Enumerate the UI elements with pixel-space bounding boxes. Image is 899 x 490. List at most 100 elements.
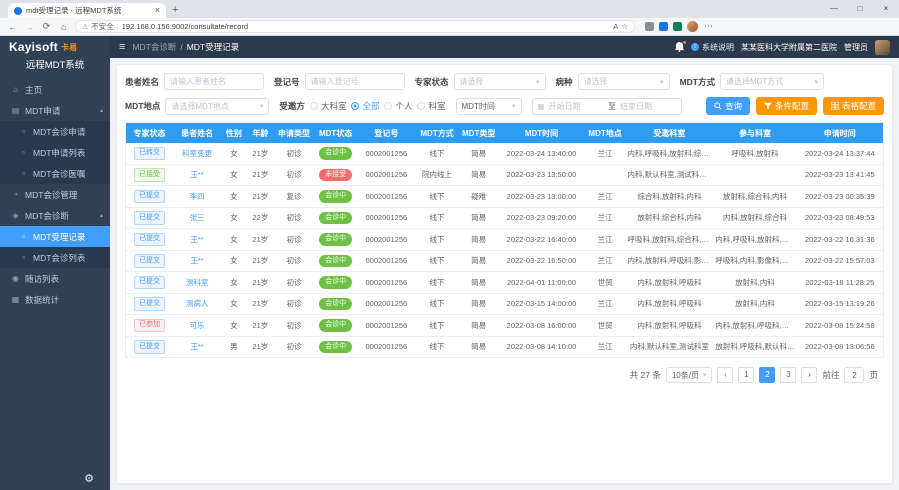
system-help-link[interactable]: i 系统说明 [691,42,734,53]
refresh-icon[interactable]: ⟳ [41,21,52,32]
invited-depts-cell: 内科,默认科室,测试科室,放射科 [626,164,714,186]
list-icon: ▫ [19,253,28,262]
read-aloud-icon[interactable]: A [613,22,618,31]
table-row[interactable]: 已提交 王** 男 21岁 初诊 会诊中 0002001256 线下 简易 20… [126,336,883,358]
back-icon[interactable]: ← [7,22,18,32]
patient-name-link[interactable]: 王** [190,235,203,244]
table-row[interactable]: 已提交 王** 女 21岁 初诊 会诊中 0002001256 线下 简易 20… [126,229,883,251]
breadcrumb: MDT会诊断 / MDT受理记录 [132,41,239,53]
table-row[interactable]: 已转交 科室变更 女 21岁 初诊 会诊中 0002001256 线下 简易 2… [126,143,883,164]
browser-menu-icon[interactable]: ⋯ [703,21,714,32]
table-row[interactable]: 已提交 王** 女 21岁 初诊 会诊中 0002001256 线下 简易 20… [126,250,883,272]
patient-name-link[interactable]: 李四 [190,192,205,201]
sidebar-item-home[interactable]: ⌂ 主页 [0,79,110,100]
patient-name-link[interactable]: 张三 [190,213,205,222]
page-button-2[interactable]: 2 [759,367,775,383]
pagination: 共 27 条 10条/页 ▾ ‹ 1 2 3 › 前往 页 [125,358,884,383]
sidebar-item-mdt-consult-list[interactable]: ▫ MDT会诊列表 [0,247,110,268]
records-card: 患者姓名 登记号 专家状态 请选择 ▾ 病种 请选 [117,65,892,483]
window-close-button[interactable]: × [873,0,899,18]
search-button[interactable]: 查询 [706,97,750,115]
goto-suffix: 页 [869,369,878,381]
mdt-date-range-picker[interactable]: ▦ 开始日期 至 结束日期 [532,98,682,115]
disease-select[interactable]: 请选择 ▾ [578,73,670,90]
patient-name-link[interactable]: 可乐 [190,321,205,330]
table-row[interactable]: 已参加 可乐 女 21岁 初诊 会诊中 0002001256 线下 简易 202… [126,315,883,337]
sidebar-item-followup-list[interactable]: ◉ 随访列表 [0,268,110,289]
table-row[interactable]: 已提交 测病人 女 21岁 初诊 会诊中 0002001256 线下 简易 20… [126,293,883,315]
breadcrumb-parent[interactable]: MDT会诊断 [132,41,176,53]
mdt-location-select[interactable]: 请选择MDT地点 ▾ [165,98,269,115]
table-row[interactable]: 已提交 测科室 女 21岁 初诊 会诊中 0002001256 线下 简易 20… [126,272,883,294]
next-page-button[interactable]: › [801,367,817,383]
mdt-records-table: 专家状态 患者姓名 性别 年龄 申请类型 MDT状态 登记号 MDT方式 MDT… [125,122,884,358]
window-maximize-button[interactable]: □ [847,0,873,18]
sidebar-item-mdt-consult-apply[interactable]: ▫ MDT会诊申请 [0,121,110,142]
sidebar-item-mdt-apply-list[interactable]: ▫ MDT申请列表 [0,142,110,163]
tab-close-icon[interactable]: × [155,6,160,15]
extension-icon[interactable] [673,22,682,31]
forward-icon[interactable]: → [24,22,35,32]
user-avatar[interactable] [875,40,890,55]
patient-name-link[interactable]: 测科室 [186,278,209,287]
patient-name-link[interactable]: 科室变更 [182,149,212,158]
extension-icon[interactable] [645,22,654,31]
mdt-status-badge: 会诊中 [319,212,352,225]
url-input[interactable]: ⚠ 不安全 | 192.168.0.156:9002/consultate/re… [75,20,635,33]
reg-no-cell: 0002001256 [358,293,416,315]
sidebar-item-mdt-manage[interactable]: ◔ MDT会诊管理 [0,184,110,205]
sidebar-item-mdt-orders[interactable]: ▫ MDT会诊医嘱 [0,163,110,184]
table-row[interactable]: 已提交 李四 女 21岁 复诊 会诊中 0002001256 线下 疑难 202… [126,186,883,208]
page-size-select[interactable]: 10条/页 ▾ [666,367,713,383]
browser-profile-avatar[interactable] [687,21,698,32]
apply-time-cell: 2022-03-23 08:49:53 [797,207,883,229]
reg-no-input[interactable] [305,73,405,90]
mdt-time-type-select[interactable]: MDT时间 ▾ [456,98,522,115]
select-placeholder: 请选择 [584,76,656,87]
patient-name-link[interactable]: 王** [190,342,203,351]
condition-config-button[interactable]: 条件配置 [756,97,817,115]
sidebar-item-mdt-accept-records[interactable]: ▫ MDT受理记录 [0,226,110,247]
reg-no-cell: 0002001256 [358,336,416,358]
patient-name-input[interactable] [164,73,264,90]
new-tab-button[interactable]: + [172,4,178,16]
apply-type-cell: 初诊 [274,336,313,358]
joined-depts-cell: 放射科,内科 [713,272,796,294]
browser-tab[interactable]: mdt受理记录 - 远程MDT系统 × [8,3,166,18]
mdt-method-select[interactable]: 请选择MDT方式 ▾ [720,73,824,90]
window-minimize-button[interactable]: — [821,0,847,18]
apply-time-cell: 2022-03-23 00:35:39 [797,186,883,208]
page-button-3[interactable]: 3 [780,367,796,383]
home-icon[interactable]: ⌂ [58,22,69,32]
goto-page-input[interactable] [844,367,864,383]
sidebar-item-statistics[interactable]: ▦ 数据统计 [0,289,110,310]
patient-name-link[interactable]: 王** [190,256,203,265]
invited-party-label: 受邀方 [279,100,305,112]
radio-all[interactable]: 全部 [351,100,379,112]
radio-dot [417,102,425,110]
filter-patient-name: 患者姓名 [125,73,264,90]
page-button-1[interactable]: 1 [738,367,754,383]
radio-big-department[interactable]: 大科室 [310,100,347,112]
table-row[interactable]: 已接受 王** 女 21岁 初诊 未接受 0002001256 院内线上 简易 … [126,164,883,186]
filter-disease: 病种 请选择 ▾ [556,73,670,90]
select-placeholder: 请选择 [460,76,532,87]
settings-gear-icon[interactable]: ⚙ [84,472,94,485]
extension-icon[interactable] [659,22,668,31]
col-mdt-method: MDT方式 [415,123,459,143]
prev-page-button[interactable]: ‹ [717,367,733,383]
table-row[interactable]: 已提交 张三 女 22岁 初诊 会诊中 0002001256 线下 简易 202… [126,207,883,229]
sidebar-item-mdt-diagnosis[interactable]: ◈ MDT会诊断 ▴ [0,205,110,226]
table-config-button[interactable]: 表格配置 [823,97,884,115]
radio-department[interactable]: 科室 [417,100,445,112]
favorite-star-icon[interactable]: ☆ [621,22,628,31]
expert-status-select[interactable]: 请选择 ▾ [454,73,546,90]
hamburger-menu-icon[interactable]: ≡ [119,41,125,53]
sidebar-item-mdt-apply[interactable]: ▤ MDT申请 ▴ [0,100,110,121]
date-start-placeholder: 开始日期 [549,101,604,112]
patient-name-link[interactable]: 王** [190,170,203,179]
radio-personal[interactable]: 个人 [384,100,412,112]
notification-bell-icon[interactable] [675,42,684,52]
patient-name-link[interactable]: 测病人 [186,299,209,308]
mdt-method-cell: 线下 [415,315,459,337]
